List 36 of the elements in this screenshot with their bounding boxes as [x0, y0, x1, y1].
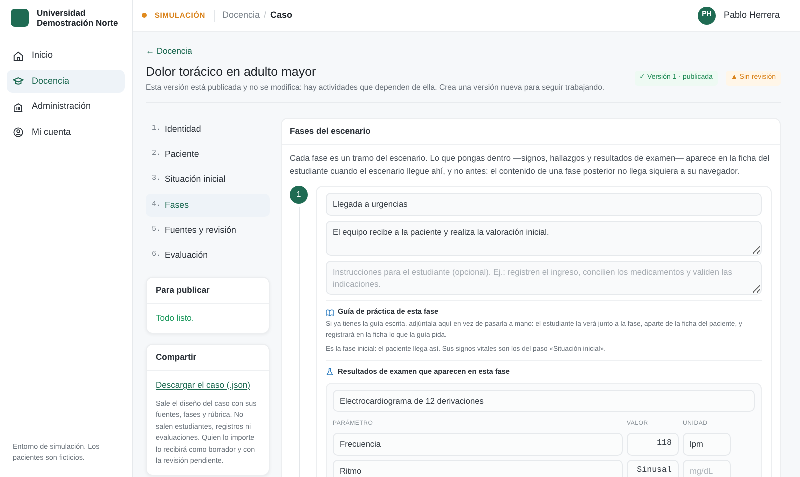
book-icon	[326, 308, 334, 317]
sidebar-item[interactable]: Mi cuenta	[7, 120, 125, 144]
user-name: Pablo Herrera	[724, 8, 780, 22]
exam-name-field[interactable]: Electrocardiograma de 12 derivaciones	[333, 390, 755, 412]
home-icon	[13, 50, 24, 62]
unit-field[interactable]: mg/dL	[683, 460, 731, 477]
sidebar-item[interactable]: Docencia	[7, 70, 125, 94]
description-field[interactable]: El equipo recibe a la paciente y realiza la valoración inicial.	[326, 220, 762, 256]
publish-status: Todo listo.	[156, 312, 194, 323]
logo-icon	[11, 9, 29, 28]
phases-intro: Cada fase es un tramo del escenario. Lo que pongas dentro —signos, hallazgos y resultados de examen— aparece en la ficha del estudiante cuando el escenario llegue ahí, y no antes: el contenido de una fase posterior no llega siquiera a su navegador.	[290, 152, 771, 178]
building-icon	[13, 102, 24, 113]
breadcrumb-item[interactable]: Docencia	[222, 8, 260, 22]
graduation-cap-icon	[13, 76, 24, 88]
user-circle-icon	[13, 127, 24, 138]
flask-icon	[326, 368, 334, 376]
phase-number: 1	[290, 186, 308, 204]
back-link[interactable]: ← Docencia	[146, 46, 192, 56]
page-title: Dolor torácico en adulto mayor	[146, 64, 318, 81]
brand-name: Universidad Demostración Norte	[37, 8, 120, 28]
instructions-field[interactable]: Instrucciones para el estudiante (opcional). Ej.: registren el ingreso, concilien los medicamentos y validen las indicaciones.	[326, 260, 762, 296]
breadcrumb-separator: /	[264, 8, 267, 22]
download-link[interactable]: Descargar el caso (.json)	[156, 380, 250, 390]
breadcrumb-item: Caso	[270, 8, 293, 22]
parameter-field[interactable]: Frecuencia	[333, 433, 623, 456]
card-title: Para publicar	[147, 278, 269, 304]
sidebar-item[interactable]: Inicio	[7, 44, 125, 68]
value-field[interactable]: Sinusal	[627, 460, 679, 477]
sidebar-item[interactable]: Administración	[7, 95, 125, 119]
card-title: Compartir	[147, 345, 269, 372]
parameter-field[interactable]: Ritmo	[333, 460, 623, 477]
phase-name-field[interactable]: Llegada a urgencias	[326, 193, 762, 216]
card-title: Fases del escenario	[282, 118, 780, 145]
value-field[interactable]: 118	[627, 433, 679, 456]
status-dot-icon	[142, 13, 147, 18]
unit-field[interactable]: lpm	[683, 433, 731, 456]
